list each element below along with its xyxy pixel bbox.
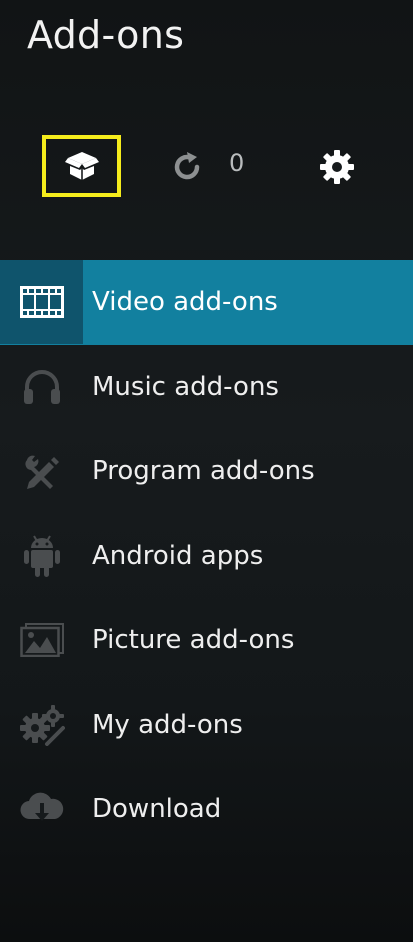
refresh-icon <box>170 150 204 184</box>
page-title: Add-ons <box>27 13 185 57</box>
android-icon <box>23 534 61 578</box>
film-strip-icon <box>19 286 64 319</box>
update-count: 0 <box>229 149 245 177</box>
open-box-icon <box>64 149 100 183</box>
headphones-icon <box>22 369 62 405</box>
cloud-download-icon <box>19 791 65 827</box>
menu-item-label: Music add-ons <box>92 371 279 402</box>
menu-item-video-addons[interactable]: Video add-ons <box>0 260 413 345</box>
menu-item-label: Video add-ons <box>92 287 278 318</box>
menu-item-label: Picture add-ons <box>92 625 295 656</box>
toolbar: 0 <box>0 135 413 197</box>
pencil-wrench-icon <box>23 452 61 490</box>
menu-item-label: Program add-ons <box>92 456 315 487</box>
picture-icon <box>19 623 64 658</box>
menu-item-my-addons[interactable]: My add-ons <box>0 683 413 768</box>
menu-item-program-addons[interactable]: Program add-ons <box>0 429 413 514</box>
menu-item-android-apps[interactable]: Android apps <box>0 514 413 599</box>
menu-item-download[interactable]: Download <box>0 767 413 852</box>
gears-icon <box>19 704 65 746</box>
menu-item-label: My add-ons <box>92 709 243 740</box>
menu-item-picture-addons[interactable]: Picture add-ons <box>0 598 413 683</box>
addon-category-menu: Video add-ons Music add-ons Program add-… <box>0 260 413 852</box>
install-addon-button[interactable] <box>42 135 121 197</box>
menu-item-label: Download <box>92 794 222 825</box>
settings-button[interactable] <box>313 143 361 191</box>
menu-item-music-addons[interactable]: Music add-ons <box>0 345 413 430</box>
check-updates-button[interactable] <box>165 145 209 189</box>
gear-icon <box>318 148 356 186</box>
menu-item-label: Android apps <box>92 540 264 571</box>
